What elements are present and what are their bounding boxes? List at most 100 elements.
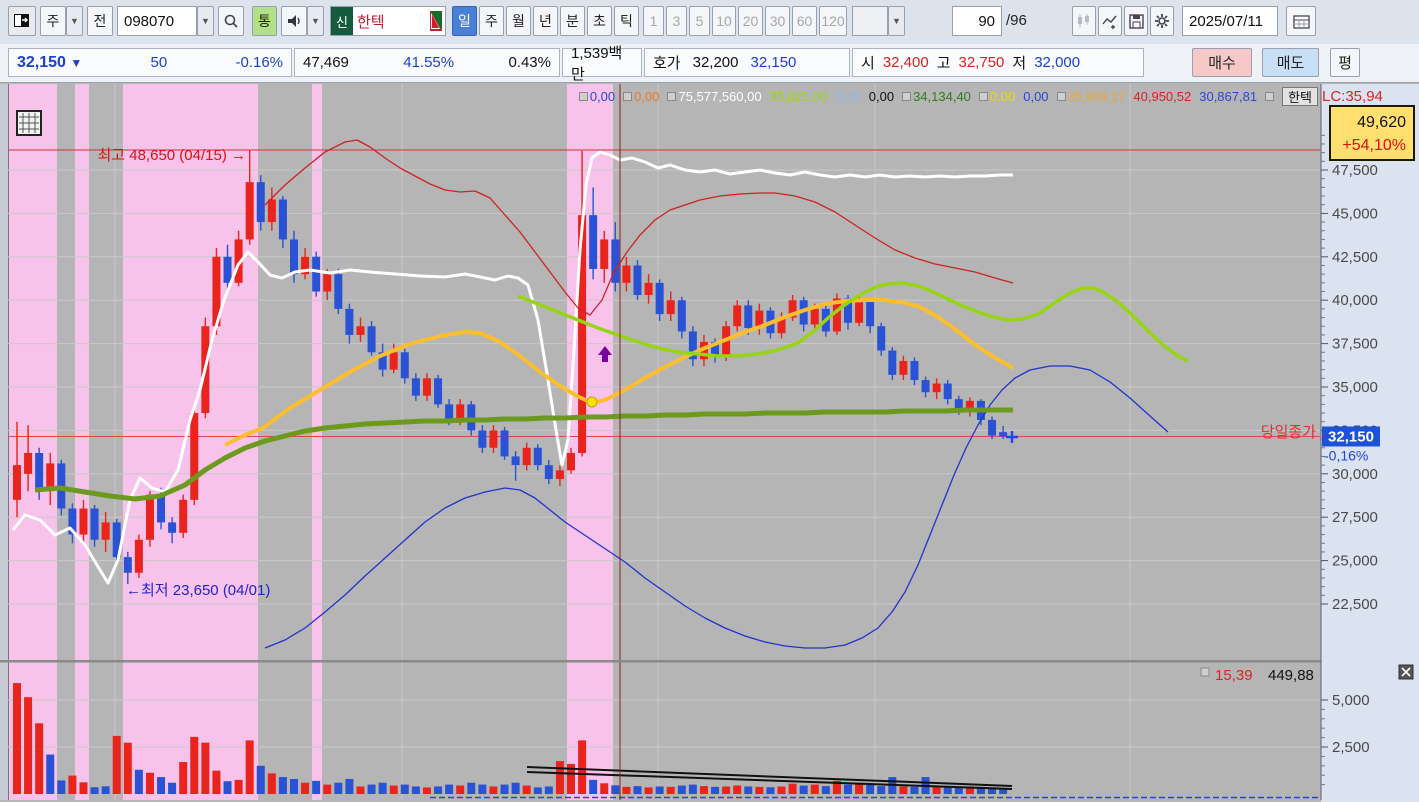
window-icon[interactable] (8, 6, 36, 36)
interval-20-button[interactable]: 20 (738, 6, 763, 36)
candle (644, 282, 653, 295)
bar-position-input[interactable]: 90 (952, 6, 1002, 36)
volume-bar (954, 787, 963, 794)
volume-bar (555, 761, 564, 794)
volume-bar (899, 786, 908, 794)
candle (101, 522, 110, 540)
grid-toggle-button[interactable] (16, 110, 42, 136)
period-combo[interactable]: 주 (40, 6, 66, 36)
chart-canvas[interactable]: 최고 48,650 (04/15) → ←최저 23,650 (04/01) 당일종… (0, 0, 1419, 802)
volume-bar (290, 778, 298, 794)
volume-bar (378, 782, 387, 794)
interval-10-button[interactable]: 10 (712, 6, 736, 36)
volume-bar (910, 786, 919, 794)
save-icon[interactable] (1124, 6, 1148, 36)
interval-30-button[interactable]: 30 (765, 6, 790, 36)
interval-combo[interactable] (852, 6, 888, 36)
candle (278, 199, 287, 240)
avg-button[interactable]: 평 (1330, 48, 1360, 77)
volume-bar (677, 785, 686, 794)
volume-bar (13, 683, 21, 794)
candle (256, 182, 265, 223)
volume-bar (489, 786, 498, 794)
volume-bar (301, 782, 310, 794)
candle (290, 239, 298, 275)
interval-3-button[interactable]: 3 (666, 6, 687, 36)
candle (655, 282, 664, 315)
stock-code-input[interactable]: 098070 (117, 6, 197, 36)
interval-60-button[interactable]: 60 (792, 6, 817, 36)
period-combo-arrow[interactable]: ▼ (66, 6, 83, 36)
stock-name-field[interactable]: 신 한텍 (330, 6, 446, 36)
open-label: 시 (861, 55, 875, 72)
volume-bar (212, 770, 221, 794)
sell-button[interactable]: 매도 (1262, 48, 1319, 77)
volume-bar (943, 786, 952, 794)
candle (267, 199, 276, 223)
candle (367, 326, 376, 353)
candle (511, 456, 520, 466)
interval-120-button[interactable]: 120 (819, 6, 847, 36)
buy-button[interactable]: 매수 (1192, 48, 1252, 77)
pane-close-icon[interactable] (1398, 664, 1414, 680)
speaker-dropdown-arrow[interactable]: ▼ (307, 6, 324, 36)
view-minute-button[interactable]: 분 (560, 6, 585, 36)
volume-bar (334, 782, 343, 794)
view-second-button[interactable]: 초 (587, 6, 612, 36)
tong-button[interactable]: 통 (252, 6, 277, 36)
candle-add-icon[interactable] (1072, 6, 1096, 36)
legend-item: 34,134,40 (902, 89, 971, 104)
interval-combo-arrow[interactable]: ▼ (888, 6, 905, 36)
candle (323, 274, 332, 292)
line-add-icon[interactable] (1098, 6, 1122, 36)
high-price: 32,750 (958, 54, 1005, 71)
ask-price: 32,200 (692, 54, 739, 71)
volume-bar (190, 736, 199, 794)
hoga-label: 호가 (653, 55, 681, 72)
candle (400, 352, 409, 379)
candle (190, 413, 199, 500)
price-tick-label: 30,000 (1332, 466, 1378, 483)
legend-stock-name[interactable]: 한텍 (1282, 86, 1318, 106)
jeon-button[interactable]: 전 (87, 6, 113, 36)
price-tick-label: 40,000 (1332, 292, 1378, 309)
volume-bar (810, 784, 819, 794)
volume-bar (367, 784, 376, 794)
volume-bar (611, 785, 620, 794)
date-input[interactable]: 2025/07/11 (1182, 6, 1278, 36)
volume-bar (123, 742, 132, 794)
volume-bar (699, 786, 708, 794)
candle (123, 557, 132, 573)
bar-total-label: /96 (1006, 12, 1027, 29)
interval-5-button[interactable]: 5 (689, 6, 710, 36)
volume-bar (456, 785, 465, 794)
search-icon[interactable] (218, 6, 244, 36)
candle (899, 360, 908, 375)
gear-icon[interactable] (1150, 6, 1174, 36)
price-tick-label: 42,500 (1332, 249, 1378, 266)
volume-bar (323, 784, 332, 794)
view-year-button[interactable]: 년 (533, 6, 558, 36)
calendar-icon[interactable] (1286, 6, 1316, 36)
view-month-button[interactable]: 월 (506, 6, 531, 36)
price-change: 50 (150, 54, 168, 71)
code-dropdown-arrow[interactable]: ▼ (197, 6, 214, 36)
candle (223, 256, 232, 283)
volume-bar (101, 786, 110, 794)
interval-1-button[interactable]: 1 (643, 6, 664, 36)
volume-bar (688, 784, 697, 794)
volume-bar (821, 786, 830, 794)
volume-bar (755, 786, 764, 794)
low-label: 저 (1012, 55, 1027, 72)
view-tick-button[interactable]: 틱 (614, 6, 639, 36)
view-week-button[interactable]: 주 (479, 6, 504, 36)
legend-item: 40,950,52 (1133, 88, 1192, 104)
candle (434, 378, 443, 405)
view-day-button[interactable]: 일 (452, 6, 477, 36)
speaker-icon[interactable] (281, 6, 307, 36)
volume-bar (578, 740, 587, 794)
candle (733, 305, 742, 327)
candle (544, 465, 553, 480)
volume-tick-label: 5,000 (1332, 692, 1370, 709)
tooltip-pct: +54,10% (1342, 137, 1406, 154)
